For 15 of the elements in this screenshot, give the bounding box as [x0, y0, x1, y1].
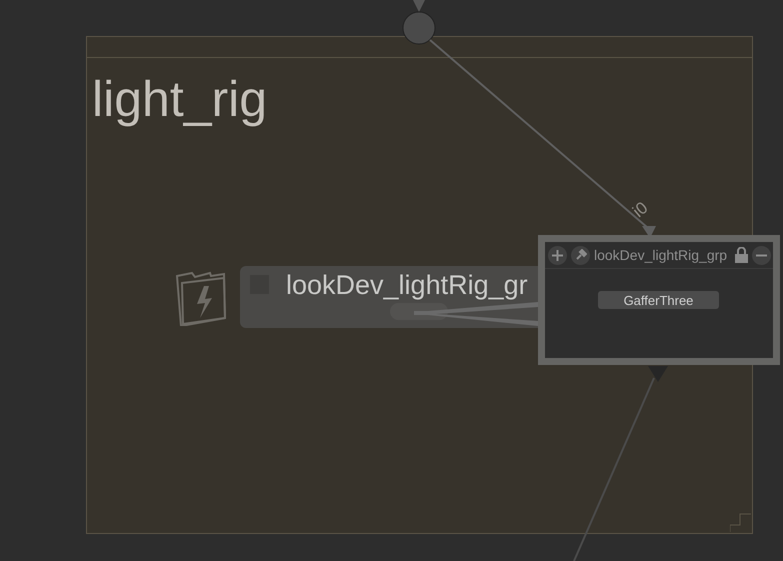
- node-label: GafferThree: [624, 292, 694, 308]
- plus-icon: [552, 250, 563, 260]
- resize-handle-icon[interactable]: [730, 513, 752, 533]
- gaffer-node[interactable]: GafferThree: [598, 291, 719, 309]
- node-label: lookDev_lightRig_gr: [286, 270, 528, 301]
- minus-icon: [756, 254, 767, 256]
- pin-button[interactable]: [571, 246, 590, 264]
- input-port-icon[interactable]: [402, 0, 436, 44]
- port-label: i0: [629, 198, 652, 222]
- collapse-button[interactable]: [752, 246, 771, 264]
- lock-icon[interactable]: [735, 247, 748, 263]
- group-node[interactable]: lookDev_lightRig_gr: [240, 266, 538, 328]
- add-button[interactable]: [548, 246, 567, 264]
- panel-title: lookDev_lightRig_grp: [594, 247, 728, 263]
- backdrop-title: light_rig: [92, 74, 268, 124]
